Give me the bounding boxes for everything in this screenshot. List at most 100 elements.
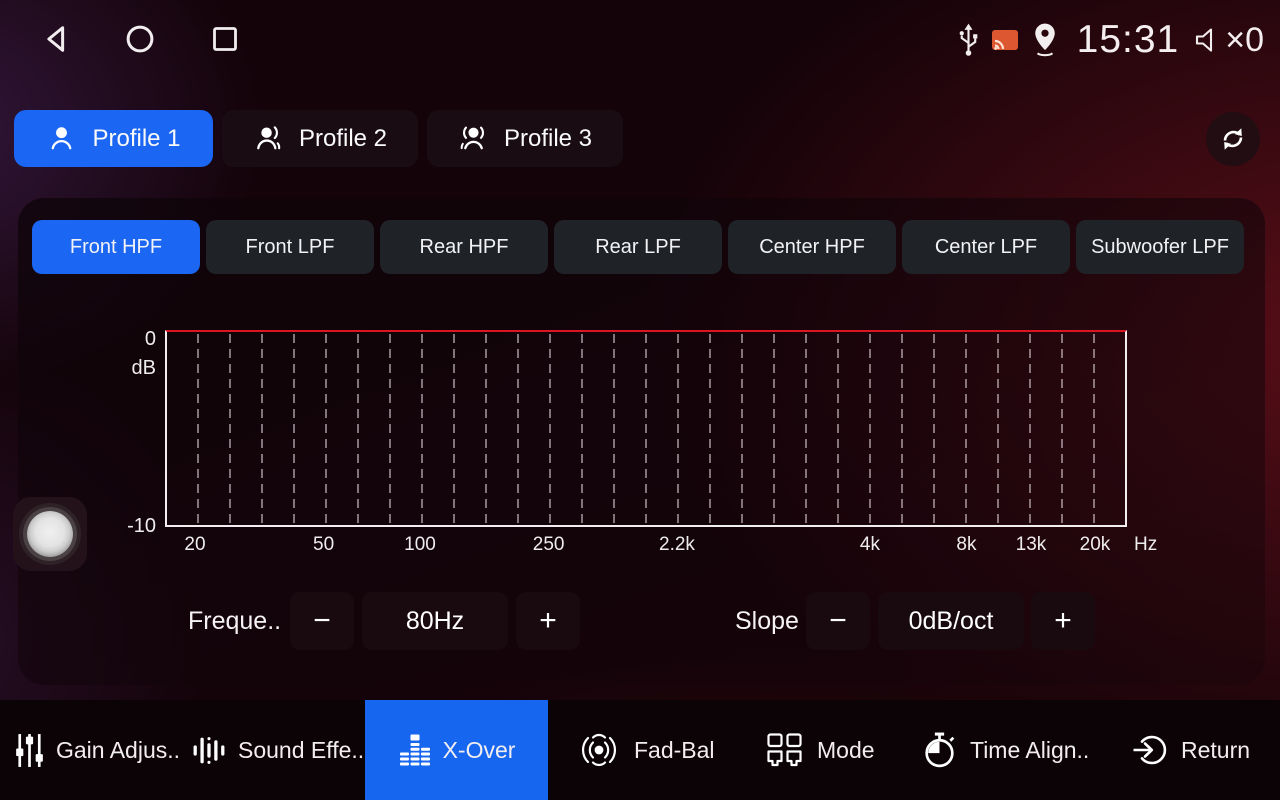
chart-gridline <box>805 334 807 523</box>
chart-gridline <box>293 334 295 523</box>
x-tick-label: 100 <box>404 534 436 556</box>
frequency-label: Freque.. <box>188 592 281 650</box>
nav-label: Time Align.. <box>970 737 1089 764</box>
chart-gridline <box>613 334 615 523</box>
slope-minus-button[interactable]: − <box>806 592 870 650</box>
x-tick-label: 4k <box>860 534 880 556</box>
chart-gridline <box>965 334 967 523</box>
tab-rear-lpf[interactable]: Rear LPF <box>554 220 722 274</box>
chart-gridline <box>933 334 935 523</box>
location-icon <box>1029 22 1061 58</box>
profile-label: Profile 2 <box>299 125 387 153</box>
volume-knob-shortcut[interactable] <box>13 497 87 571</box>
chart-gridline <box>1029 334 1031 523</box>
chart-gridline <box>645 334 647 523</box>
frequency-minus-button[interactable]: − <box>290 592 354 650</box>
x-tick-label: 50 <box>313 534 334 556</box>
chart-gridline <box>869 334 871 523</box>
reset-button[interactable] <box>1206 112 1260 166</box>
chart-gridline <box>581 334 583 523</box>
slope-plus-button[interactable]: + <box>1031 592 1095 650</box>
x-tick-label: 20k <box>1080 534 1111 556</box>
profile-3-button[interactable]: Profile 3 <box>427 110 623 167</box>
x-tick-label: 8k <box>956 534 976 556</box>
mode-grid-icon <box>766 732 806 768</box>
y-axis-max-label: 0 <box>112 328 156 351</box>
tab-rear-hpf[interactable]: Rear HPF <box>380 220 548 274</box>
nav-gain-adjust[interactable]: Gain Adjus.. <box>14 700 180 800</box>
x-tick-label: 13k <box>1016 534 1047 556</box>
minus-icon: − <box>829 604 847 638</box>
chart-gridline <box>389 334 391 523</box>
chart-gridline <box>453 334 455 523</box>
stopwatch-icon <box>920 731 959 770</box>
bottom-nav-bar: Gain Adjus.. Sound Effe.. <box>0 700 1280 800</box>
profile-label: Profile 3 <box>504 125 592 153</box>
nav-return[interactable]: Return <box>1132 700 1250 800</box>
nav-label: X-Over <box>443 737 516 764</box>
tab-front-lpf[interactable]: Front LPF <box>206 220 374 274</box>
android-recents-button[interactable] <box>208 22 242 56</box>
chart-gridline <box>837 334 839 523</box>
person-waves-icon <box>458 123 489 154</box>
tab-subwoofer-lpf[interactable]: Subwoofer LPF <box>1076 220 1244 274</box>
fader-balance-icon <box>575 730 623 770</box>
y-axis-unit-label: dB <box>112 357 156 380</box>
profile-2-button[interactable]: Profile 2 <box>222 110 418 167</box>
y-axis-min-label: -10 <box>112 515 156 538</box>
nav-x-over[interactable]: X-Over <box>365 700 548 800</box>
clock: 15:31 <box>1077 18 1180 62</box>
chart-gridline <box>229 334 231 523</box>
person-wave-icon <box>253 123 284 154</box>
profile-1-button[interactable]: Profile 1 <box>14 110 213 167</box>
frequency-plus-button[interactable]: + <box>516 592 580 650</box>
x-tick-label: 250 <box>533 534 565 556</box>
nav-label: Mode <box>817 737 875 764</box>
refresh-icon <box>1218 124 1248 154</box>
nav-label: Fad-Bal <box>634 737 715 764</box>
home-circle-icon <box>125 24 155 54</box>
recents-square-icon <box>211 25 239 53</box>
tab-label: Rear LPF <box>595 236 681 259</box>
minus-icon: − <box>313 604 331 638</box>
nav-label: Gain Adjus.. <box>56 737 180 764</box>
status-indicators: 15:31 ×0 <box>956 14 1264 66</box>
crossover-response-chart[interactable] <box>165 330 1127 527</box>
nav-mode[interactable]: Mode <box>766 700 875 800</box>
nav-time-alignment[interactable]: Time Align.. <box>920 700 1089 800</box>
chart-gridline <box>1061 334 1063 523</box>
chart-gridline <box>997 334 999 523</box>
tab-label: Front LPF <box>246 236 335 259</box>
cast-icon <box>991 28 1019 52</box>
usb-icon <box>956 22 981 58</box>
volume-level: ×0 <box>1225 21 1264 60</box>
tab-front-hpf[interactable]: Front HPF <box>32 220 200 274</box>
android-home-button[interactable] <box>123 22 157 56</box>
knob-icon <box>27 511 73 557</box>
tab-label: Front HPF <box>70 236 162 259</box>
nav-sound-effect[interactable]: Sound Effe.. <box>192 700 364 800</box>
status-bar: 15:31 ×0 <box>0 0 1280 80</box>
equalizer-dashes-icon <box>398 732 432 768</box>
chart-gridline <box>741 334 743 523</box>
tab-center-hpf[interactable]: Center HPF <box>728 220 896 274</box>
profile-label: Profile 1 <box>92 125 180 153</box>
plus-icon: + <box>539 604 557 638</box>
x-axis-unit: Hz <box>1134 534 1157 556</box>
slope-label: Slope <box>735 592 799 650</box>
chart-gridline <box>517 334 519 523</box>
tab-label: Center LPF <box>935 236 1037 259</box>
chart-gridline <box>421 334 423 523</box>
head-unit-screen: 15:31 ×0 Profile 1 Profile 2 <box>0 0 1280 800</box>
nav-label: Sound Effe.. <box>238 737 364 764</box>
android-back-button[interactable] <box>40 22 74 56</box>
plus-icon: + <box>1054 604 1072 638</box>
gain-sliders-icon <box>14 732 45 769</box>
chart-gridline <box>773 334 775 523</box>
nav-fad-bal[interactable]: Fad-Bal <box>575 700 715 800</box>
tab-center-lpf[interactable]: Center LPF <box>902 220 1070 274</box>
chart-gridline <box>677 334 679 523</box>
slope-value: 0dB/oct <box>878 592 1024 650</box>
chart-gridline <box>709 334 711 523</box>
nav-label: Return <box>1181 737 1250 764</box>
